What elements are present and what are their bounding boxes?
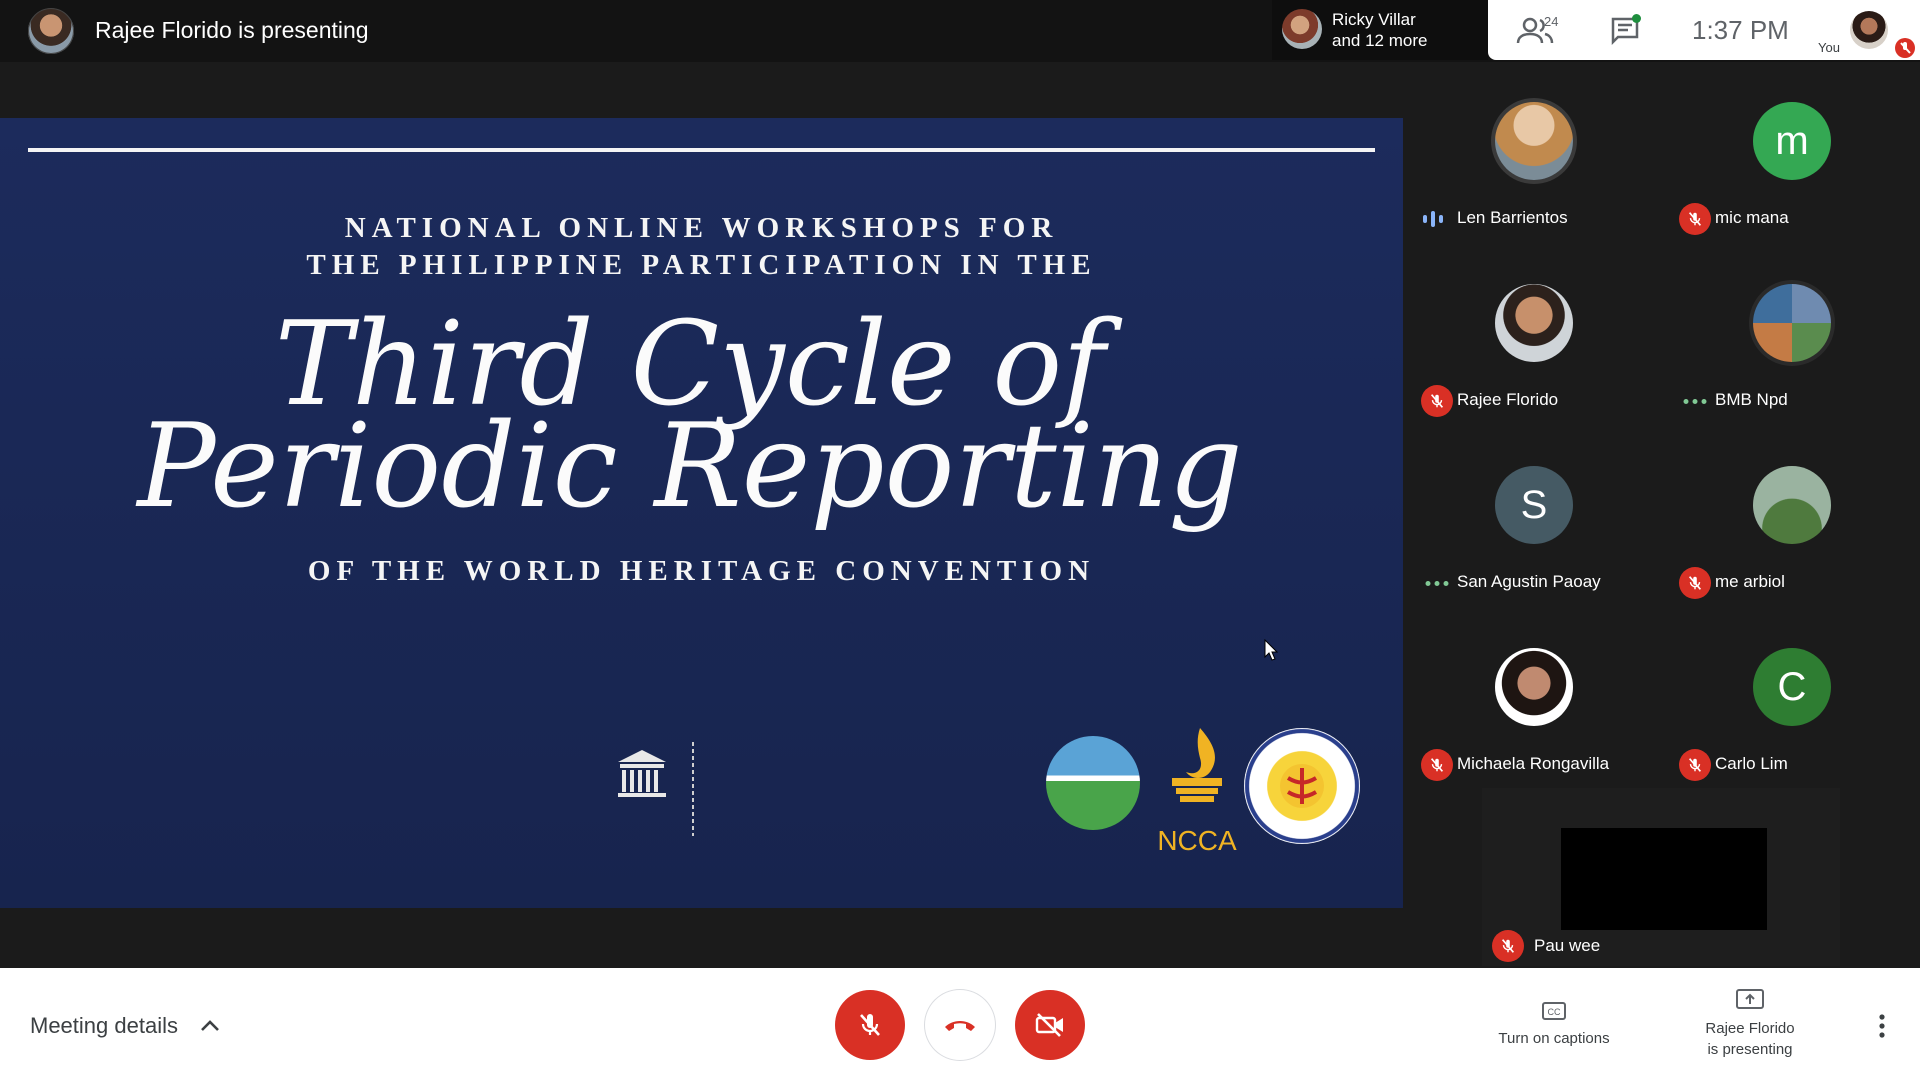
participant-tile[interactable]: Michaela Rongavilla xyxy=(1403,608,1661,790)
participant-avatar xyxy=(1753,466,1831,544)
chevron-up-icon[interactable] xyxy=(200,1018,220,1032)
participant-summary-more: and 12 more xyxy=(1332,31,1428,50)
participant-name: BMB Npd xyxy=(1715,390,1788,409)
slide-line-2: THE PHILIPPINE PARTICIPATION IN THE xyxy=(306,249,1097,281)
more-options-icon[interactable] xyxy=(1870,1012,1894,1040)
participant-avatar xyxy=(1753,284,1831,362)
participant-initial-avatar: m xyxy=(1753,102,1831,180)
self-mic-off-icon xyxy=(1895,38,1915,58)
participant-tile[interactable]: Len Barrientos xyxy=(1403,62,1661,244)
participant-name: me arbiol xyxy=(1715,572,1785,591)
participant-name: Michaela Rongavilla xyxy=(1457,754,1610,773)
mic-off-icon xyxy=(1679,203,1711,235)
mouse-cursor-icon xyxy=(1264,639,1278,661)
participant-initial-avatar: C xyxy=(1753,648,1831,726)
participant-avatar xyxy=(1495,102,1573,180)
svg-text:CC: CC xyxy=(1548,1007,1561,1017)
participant-summary-avatar xyxy=(1282,9,1322,49)
presenting-status: Rajee Florido is presenting xyxy=(95,17,369,43)
camera-off-icon xyxy=(1035,1013,1063,1037)
more-dots-icon xyxy=(1683,399,1707,404)
participant-tile[interactable]: me arbiol xyxy=(1661,426,1919,608)
camera-toggle-button[interactable] xyxy=(1015,990,1085,1060)
present-now-button[interactable]: Rajee Florido is presenting xyxy=(1678,988,1822,1060)
participant-tile[interactable]: S San Agustin Paoay xyxy=(1403,426,1661,608)
participant-avatar xyxy=(1495,284,1573,362)
bottom-bar: Meeting details CC Turn on captions Raje… xyxy=(0,968,1920,1080)
participant-tile[interactable]: Rajee Florido xyxy=(1403,244,1661,426)
slide-line-3: OF THE WORLD HERITAGE CONVENTION xyxy=(307,555,1096,587)
status-panel: 24 1:37 PM You xyxy=(1488,0,1920,60)
hang-up-icon xyxy=(945,1021,975,1031)
microphone-toggle-button[interactable] xyxy=(835,990,905,1060)
slide-top-rule xyxy=(28,148,1375,152)
presenter-avatar xyxy=(28,8,74,54)
self-avatar[interactable] xyxy=(1850,11,1888,49)
participant-tile[interactable]: BMB Npd xyxy=(1661,244,1919,426)
people-count: 24 xyxy=(1544,14,1559,29)
participant-tile[interactable]: m mic mana xyxy=(1661,62,1919,244)
ncca-label: NCCA xyxy=(1157,825,1237,856)
chat-notification-dot xyxy=(1632,14,1641,23)
present-label-line-1: Rajee Florido xyxy=(1705,1020,1795,1037)
more-dots-icon xyxy=(1425,581,1449,586)
mic-off-icon xyxy=(860,1014,880,1036)
participant-name: Len Barrientos xyxy=(1457,208,1568,227)
denr-logo xyxy=(1046,736,1140,830)
mic-off-icon xyxy=(1421,749,1453,781)
mic-off-icon xyxy=(1421,385,1453,417)
participant-initial-avatar: S xyxy=(1495,466,1573,544)
nhcp-seal-logo xyxy=(1244,728,1360,844)
slide-line-1: NATIONAL ONLINE WORKSHOPS FOR xyxy=(344,212,1059,244)
participant-name: Carlo Lim xyxy=(1715,754,1788,773)
participant-tile[interactable]: C Carlo Lim xyxy=(1661,608,1919,790)
mic-off-icon xyxy=(1679,749,1711,781)
participant-avatar xyxy=(1495,648,1573,726)
you-label: You xyxy=(1818,40,1840,55)
leave-call-button[interactable] xyxy=(925,990,995,1060)
participant-summary-name: Ricky Villar xyxy=(1332,10,1416,29)
shared-screen: NATIONAL ONLINE WORKSHOPS FOR THE PHILIP… xyxy=(0,118,1403,908)
captions-label: Turn on captions xyxy=(1498,1030,1610,1047)
participant-video xyxy=(1561,828,1767,930)
meeting-details-button[interactable]: Meeting details xyxy=(30,1013,178,1039)
present-screen-icon xyxy=(1736,989,1764,1009)
present-label-line-2: is presenting xyxy=(1707,1041,1793,1058)
closed-captions-icon: CC xyxy=(1542,1002,1566,1020)
participant-video-tile[interactable]: Pau wee xyxy=(1482,788,1840,966)
participant-summary[interactable]: Ricky Villar and 12 more xyxy=(1272,0,1488,60)
top-bar: Rajee Florido is presenting Ricky Villar… xyxy=(0,0,1920,62)
mic-off-icon xyxy=(1679,567,1711,599)
slide-title-2: Periodic Reporting xyxy=(137,399,1243,534)
unesco-logo xyxy=(618,742,694,836)
participant-name: mic mana xyxy=(1715,208,1789,227)
captions-button[interactable]: CC Turn on captions xyxy=(1486,1000,1622,1047)
participant-name: Rajee Florido xyxy=(1457,390,1559,409)
clock: 1:37 PM xyxy=(1692,15,1789,45)
participant-name: San Agustin Paoay xyxy=(1457,572,1601,591)
participant-name: Pau wee xyxy=(1534,936,1601,955)
participant-grid: Len Barrientos m mic mana Rajee Florido … xyxy=(1403,62,1920,788)
speaking-indicator-icon xyxy=(1423,211,1443,227)
mic-off-icon xyxy=(1492,930,1524,962)
